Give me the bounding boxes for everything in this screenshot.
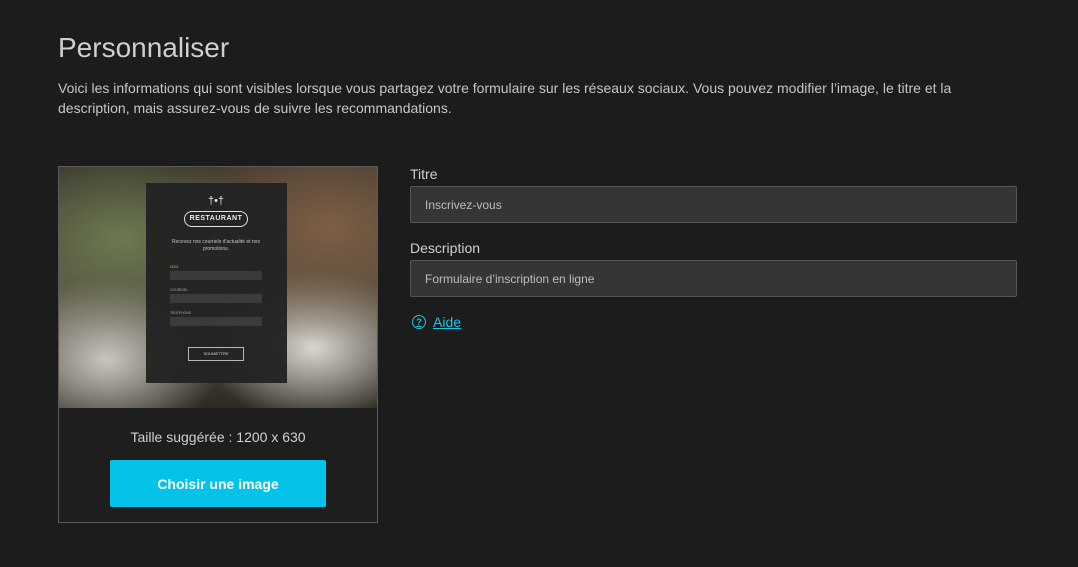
- mock-field: [170, 271, 262, 280]
- help-link-label: Aide: [433, 314, 462, 330]
- mock-field: [170, 317, 262, 326]
- help-link[interactable]: ? Aide: [412, 314, 461, 330]
- title-label: Titre: [410, 166, 438, 182]
- description-input[interactable]: [410, 260, 1017, 297]
- mock-logo: RESTAURANT: [184, 211, 248, 227]
- page-description: Voici les informations qui sont visibles…: [58, 80, 952, 116]
- description-label: Description: [410, 240, 481, 256]
- mock-text: Recevez nos courriels d'actualité et nos…: [172, 239, 260, 252]
- choose-image-button[interactable]: Choisir une image: [110, 460, 326, 507]
- mock-label: NOM: [170, 265, 179, 269]
- mock-submit-button: SOUMETTRE: [188, 347, 244, 361]
- title-input[interactable]: [410, 186, 1017, 223]
- preview-mock-form: †•† RESTAURANT Recevez nos courriels d'a…: [146, 183, 287, 383]
- page-title: Personnaliser: [58, 32, 230, 63]
- mock-field: [170, 294, 262, 303]
- mock-label: COURRIEL: [170, 288, 189, 292]
- question-circle-icon: ?: [412, 315, 426, 329]
- size-hint: Taille suggérée : 1200 x 630: [130, 429, 306, 445]
- image-preview-card: †•† RESTAURANT Recevez nos courriels d'a…: [58, 166, 378, 523]
- mock-label: TÉLÉPHONE: [170, 311, 192, 315]
- cutlery-icon: †•†: [207, 195, 225, 207]
- preview-image: †•† RESTAURANT Recevez nos courriels d'a…: [59, 167, 377, 408]
